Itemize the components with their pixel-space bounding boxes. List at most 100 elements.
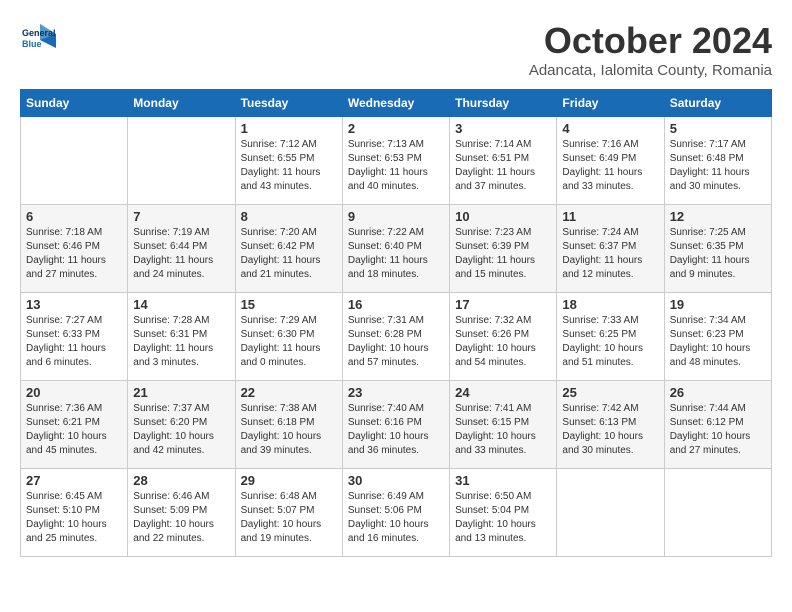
day-number: 20 (26, 385, 122, 400)
weekday-header-friday: Friday (557, 90, 664, 117)
day-number: 1 (241, 121, 337, 136)
day-number: 27 (26, 473, 122, 488)
day-info: Sunrise: 7:17 AM Sunset: 6:48 PM Dayligh… (670, 138, 766, 194)
week-row-5: 27 Sunrise: 6:45 AM Sunset: 5:10 PM Dayli… (21, 469, 772, 557)
calendar-cell: 12 Sunrise: 7:25 AM Sunset: 6:35 PM Dayli… (664, 205, 771, 293)
day-number: 17 (455, 297, 551, 312)
day-info: Sunrise: 6:49 AM Sunset: 5:06 PM Dayligh… (348, 490, 444, 546)
day-info: Sunrise: 6:45 AM Sunset: 5:10 PM Dayligh… (26, 490, 122, 546)
day-number: 12 (670, 209, 766, 224)
day-info: Sunrise: 7:14 AM Sunset: 6:51 PM Dayligh… (455, 138, 551, 194)
week-row-1: 1 Sunrise: 7:12 AM Sunset: 6:55 PM Daylig… (21, 117, 772, 205)
calendar-cell (664, 469, 771, 557)
day-info: Sunrise: 7:29 AM Sunset: 6:30 PM Dayligh… (241, 314, 337, 370)
calendar-cell: 10 Sunrise: 7:23 AM Sunset: 6:39 PM Dayli… (450, 205, 557, 293)
calendar-cell: 31 Sunrise: 6:50 AM Sunset: 5:04 PM Dayli… (450, 469, 557, 557)
day-number: 3 (455, 121, 551, 136)
page-header: General Blue October 2024 Adancata, Ialo… (20, 20, 772, 79)
calendar-cell: 15 Sunrise: 7:29 AM Sunset: 6:30 PM Dayli… (235, 293, 342, 381)
day-number: 18 (562, 297, 658, 312)
day-number: 30 (348, 473, 444, 488)
calendar-cell: 3 Sunrise: 7:14 AM Sunset: 6:51 PM Daylig… (450, 117, 557, 205)
day-number: 26 (670, 385, 766, 400)
weekday-header-row: SundayMondayTuesdayWednesdayThursdayFrid… (21, 90, 772, 117)
day-number: 28 (133, 473, 229, 488)
day-info: Sunrise: 6:48 AM Sunset: 5:07 PM Dayligh… (241, 490, 337, 546)
day-number: 4 (562, 121, 658, 136)
calendar-cell: 22 Sunrise: 7:38 AM Sunset: 6:18 PM Dayli… (235, 381, 342, 469)
day-info: Sunrise: 7:36 AM Sunset: 6:21 PM Dayligh… (26, 402, 122, 458)
day-info: Sunrise: 7:38 AM Sunset: 6:18 PM Dayligh… (241, 402, 337, 458)
day-number: 22 (241, 385, 337, 400)
calendar-cell: 23 Sunrise: 7:40 AM Sunset: 6:16 PM Dayli… (342, 381, 449, 469)
logo: General Blue (20, 20, 56, 56)
calendar-cell: 13Sunrise: 7:27 AM Sunset: 6:33 PM Dayli… (21, 293, 128, 381)
calendar-cell (128, 117, 235, 205)
day-info: Sunrise: 7:27 AM Sunset: 6:33 PM Dayligh… (26, 314, 122, 370)
weekday-header-sunday: Sunday (21, 90, 128, 117)
calendar-cell (21, 117, 128, 205)
day-number: 25 (562, 385, 658, 400)
week-row-2: 6 Sunrise: 7:18 AM Sunset: 6:46 PM Daylig… (21, 205, 772, 293)
calendar-cell: 27 Sunrise: 6:45 AM Sunset: 5:10 PM Dayli… (21, 469, 128, 557)
day-number: 11 (562, 209, 658, 224)
day-info: Sunrise: 7:22 AM Sunset: 6:40 PM Dayligh… (348, 226, 444, 282)
day-info: Sunrise: 7:18 AM Sunset: 6:46 PM Dayligh… (26, 226, 122, 282)
day-info: Sunrise: 6:46 AM Sunset: 5:09 PM Dayligh… (133, 490, 229, 546)
day-info: Sunrise: 7:40 AM Sunset: 6:16 PM Dayligh… (348, 402, 444, 458)
weekday-header-tuesday: Tuesday (235, 90, 342, 117)
day-info: Sunrise: 7:23 AM Sunset: 6:39 PM Dayligh… (455, 226, 551, 282)
calendar-cell: 16 Sunrise: 7:31 AM Sunset: 6:28 PM Dayli… (342, 293, 449, 381)
day-info: Sunrise: 7:25 AM Sunset: 6:35 PM Dayligh… (670, 226, 766, 282)
day-number: 21 (133, 385, 229, 400)
day-info: Sunrise: 7:20 AM Sunset: 6:42 PM Dayligh… (241, 226, 337, 282)
calendar-cell: 21Sunrise: 7:37 AM Sunset: 6:20 PM Dayli… (128, 381, 235, 469)
calendar-cell: 24Sunrise: 7:41 AM Sunset: 6:15 PM Dayli… (450, 381, 557, 469)
day-info: Sunrise: 7:31 AM Sunset: 6:28 PM Dayligh… (348, 314, 444, 370)
day-info: Sunrise: 7:44 AM Sunset: 6:12 PM Dayligh… (670, 402, 766, 458)
day-number: 8 (241, 209, 337, 224)
month-title: October 2024 (529, 20, 772, 62)
calendar-cell: 20 Sunrise: 7:36 AM Sunset: 6:21 PM Dayli… (21, 381, 128, 469)
day-info: Sunrise: 7:13 AM Sunset: 6:53 PM Dayligh… (348, 138, 444, 194)
day-number: 6 (26, 209, 122, 224)
day-number: 23 (348, 385, 444, 400)
calendar-cell: 28 Sunrise: 6:46 AM Sunset: 5:09 PM Dayli… (128, 469, 235, 557)
day-info: Sunrise: 7:41 AM Sunset: 6:15 PM Dayligh… (455, 402, 551, 458)
calendar-cell: 29Sunrise: 6:48 AM Sunset: 5:07 PM Dayli… (235, 469, 342, 557)
calendar-cell: 4 Sunrise: 7:16 AM Sunset: 6:49 PM Daylig… (557, 117, 664, 205)
weekday-header-monday: Monday (128, 90, 235, 117)
weekday-header-wednesday: Wednesday (342, 90, 449, 117)
title-section: October 2024 Adancata, Ialomita County, … (529, 20, 772, 79)
calendar-cell: 1 Sunrise: 7:12 AM Sunset: 6:55 PM Daylig… (235, 117, 342, 205)
day-info: Sunrise: 7:16 AM Sunset: 6:49 PM Dayligh… (562, 138, 658, 194)
day-info: Sunrise: 7:42 AM Sunset: 6:13 PM Dayligh… (562, 402, 658, 458)
weekday-header-saturday: Saturday (664, 90, 771, 117)
calendar-cell: 9 Sunrise: 7:22 AM Sunset: 6:40 PM Daylig… (342, 205, 449, 293)
calendar-cell: 19Sunrise: 7:34 AM Sunset: 6:23 PM Dayli… (664, 293, 771, 381)
svg-text:Blue: Blue (22, 39, 42, 49)
weekday-header-thursday: Thursday (450, 90, 557, 117)
day-number: 9 (348, 209, 444, 224)
day-number: 16 (348, 297, 444, 312)
calendar-cell (557, 469, 664, 557)
day-number: 2 (348, 121, 444, 136)
calendar-cell: 18Sunrise: 7:33 AM Sunset: 6:25 PM Dayli… (557, 293, 664, 381)
calendar-cell: 17Sunrise: 7:32 AM Sunset: 6:26 PM Dayli… (450, 293, 557, 381)
week-row-4: 20 Sunrise: 7:36 AM Sunset: 6:21 PM Dayli… (21, 381, 772, 469)
calendar-cell: 5 Sunrise: 7:17 AM Sunset: 6:48 PM Daylig… (664, 117, 771, 205)
day-number: 31 (455, 473, 551, 488)
day-number: 5 (670, 121, 766, 136)
day-number: 10 (455, 209, 551, 224)
day-info: Sunrise: 7:19 AM Sunset: 6:44 PM Dayligh… (133, 226, 229, 282)
calendar-cell: 6 Sunrise: 7:18 AM Sunset: 6:46 PM Daylig… (21, 205, 128, 293)
day-number: 15 (241, 297, 337, 312)
day-info: Sunrise: 6:50 AM Sunset: 5:04 PM Dayligh… (455, 490, 551, 546)
day-number: 14 (133, 297, 229, 312)
svg-text:General: General (22, 28, 56, 38)
day-info: Sunrise: 7:24 AM Sunset: 6:37 PM Dayligh… (562, 226, 658, 282)
calendar-cell: 7Sunrise: 7:19 AM Sunset: 6:44 PM Daylig… (128, 205, 235, 293)
day-number: 19 (670, 297, 766, 312)
day-info: Sunrise: 7:12 AM Sunset: 6:55 PM Dayligh… (241, 138, 337, 194)
calendar-cell: 26 Sunrise: 7:44 AM Sunset: 6:12 PM Dayli… (664, 381, 771, 469)
